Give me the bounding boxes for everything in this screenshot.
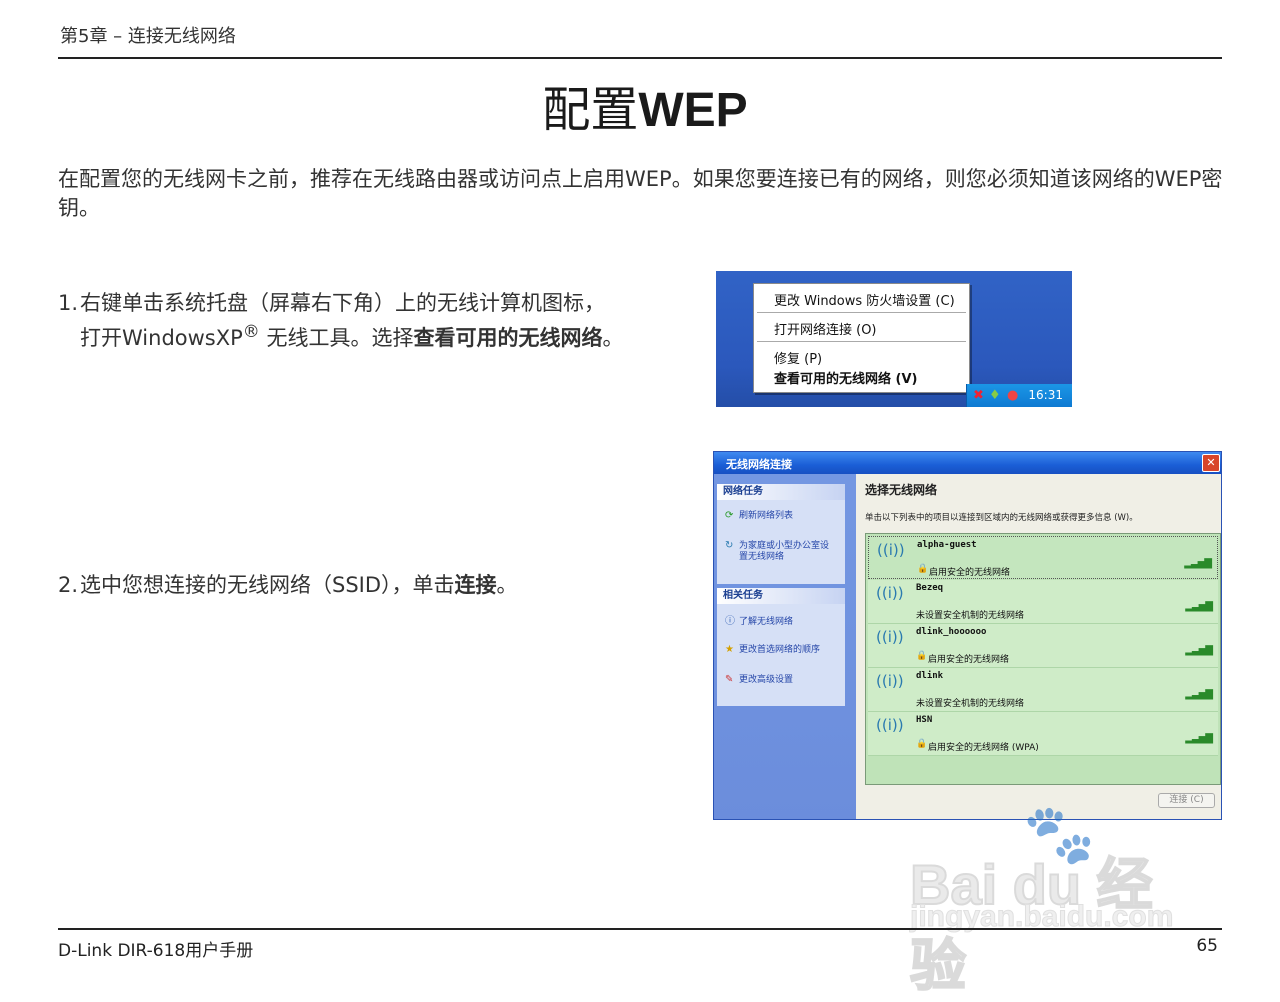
network-ssid: dlink_hoooooo bbox=[916, 627, 987, 637]
page-number: 65 bbox=[1196, 936, 1218, 956]
system-tray: ✖ ♦ ● 16:31 bbox=[966, 384, 1072, 407]
star-icon: ★ bbox=[725, 644, 734, 655]
step-2: 2.选中您想连接的无线网络（SSID），单击连接。 bbox=[58, 571, 678, 600]
menu-item-repair[interactable]: 修复 (P) bbox=[774, 348, 822, 367]
intro-paragraph: 在配置您的无线网卡之前，推荐在无线路由器或访问点上启用WEP。如果您要连接已有的… bbox=[58, 167, 1223, 220]
task-setup-network-line2[interactable]: 置无线网络 bbox=[739, 549, 784, 562]
panel-header: 网络任务 bbox=[717, 484, 845, 500]
network-item[interactable]: ((i)) Bezeq 未设置安全机制的无线网络 ▂▃▅▇ bbox=[868, 580, 1218, 624]
network-ssid: Bezeq bbox=[916, 583, 944, 593]
network-item[interactable]: ((i)) dlink_hoooooo 🔒 启用安全的无线网络 ▂▃▅▇ bbox=[868, 624, 1218, 668]
menu-item-view-networks[interactable]: 查看可用的无线网络 (V) bbox=[774, 368, 917, 387]
network-item[interactable]: ((i)) alpha-guest 🔒 启用安全的无线网络 ▂▃▅▇ bbox=[868, 536, 1218, 579]
network-status: 未设置安全机制的无线网络 bbox=[916, 699, 1025, 709]
settings-icon: ✎ bbox=[725, 674, 734, 685]
context-menu: 更改 Windows 防火墙设置 (C) 打开网络连接 (O) 修复 (P) 查… bbox=[753, 283, 970, 393]
network-item[interactable]: ((i)) HSN 🔒 启用安全的无线网络 (WPA) ▂▃▅▇ bbox=[868, 712, 1218, 756]
baidu-watermark: 🐾 Bai du 经验 jingyan.baidu.com bbox=[905, 800, 1205, 998]
network-status: 启用安全的无线网络 (WPA) bbox=[928, 743, 1039, 753]
task-sidebar: 网络任务 ⟳ 刷新网络列表 ↻ 为家庭或小型办公室设 置无线网络 相关任务 ⓘ 了解无… bbox=[714, 474, 856, 819]
footer-manual-title: D-Link DIR-618用户手册 bbox=[58, 941, 254, 961]
pane-description: 单击以下列表中的项目以连接到区域内的无线网络或获得更多信息 (W)。 bbox=[865, 513, 1138, 523]
info-icon: ⓘ bbox=[725, 616, 735, 627]
network-ssid: alpha-guest bbox=[917, 540, 977, 550]
close-icon[interactable]: ✕ bbox=[1202, 454, 1220, 472]
window-title: 无线网络连接 bbox=[726, 458, 792, 471]
task-learn-wireless[interactable]: ⓘ 了解无线网络 bbox=[725, 612, 793, 627]
network-item[interactable]: ((i)) dlink 未设置安全机制的无线网络 ▂▃▅▇ bbox=[868, 668, 1218, 712]
antenna-icon: ((i)) bbox=[876, 584, 904, 602]
network-status: 启用安全的无线网络 bbox=[929, 568, 1011, 578]
tray-clock: 16:31 bbox=[1028, 388, 1063, 402]
signal-icon: ▂▃▅▇ bbox=[1185, 601, 1213, 612]
lock-icon: 🔒 bbox=[916, 739, 928, 749]
task-advanced-settings[interactable]: ✎ 更改高级设置 bbox=[725, 672, 793, 685]
page-title: 配置WEP bbox=[542, 82, 748, 138]
wireless-window-screenshot: 无线网络连接 ✕ 网络任务 ⟳ 刷新网络列表 ↻ 为家庭或小型办公室设 置无线网络 … bbox=[713, 451, 1222, 820]
network-list: ((i)) alpha-guest 🔒 启用安全的无线网络 ▂▃▅▇ ((i))… bbox=[865, 533, 1221, 785]
step-1: 1.右键单击系统托盘（屏幕右下角）上的无线计算机图标， 打开WindowsXP®… bbox=[58, 291, 624, 350]
setup-icon: ↻ bbox=[725, 540, 734, 551]
antenna-icon: ((i)) bbox=[876, 716, 904, 734]
step-number: 1. bbox=[58, 291, 79, 315]
chapter-header: 第5章 – 连接无线网络 bbox=[60, 26, 236, 47]
header-divider bbox=[58, 57, 1222, 59]
lock-icon: 🔒 bbox=[916, 651, 928, 661]
pane-heading: 选择无线网络 bbox=[865, 483, 938, 497]
step-number: 2. bbox=[58, 573, 79, 597]
menu-item-network-connections[interactable]: 打开网络连接 (O) bbox=[774, 319, 877, 338]
signal-icon: ▂▃▅▇ bbox=[1185, 689, 1213, 700]
signal-icon: ▂▃▅▇ bbox=[1185, 733, 1213, 744]
lock-icon: 🔒 bbox=[917, 564, 929, 574]
signal-icon: ▂▃▅▇ bbox=[1185, 645, 1213, 656]
network-tasks-panel: 网络任务 ⟳ 刷新网络列表 ↻ 为家庭或小型办公室设 置无线网络 bbox=[717, 484, 845, 584]
menu-item-firewall[interactable]: 更改 Windows 防火墙设置 (C) bbox=[774, 290, 955, 309]
antenna-icon: ((i)) bbox=[876, 628, 904, 646]
network-ssid: HSN bbox=[916, 715, 933, 725]
network-pane: 选择无线网络 单击以下列表中的项目以连接到区域内的无线网络或获得更多信息 (W)… bbox=[856, 474, 1221, 819]
wireless-tray-icon[interactable]: ✖ bbox=[973, 388, 984, 403]
network-status: 启用安全的无线网络 bbox=[928, 655, 1010, 665]
menu-separator bbox=[757, 312, 966, 313]
refresh-icon: ⟳ bbox=[725, 510, 734, 521]
antenna-icon: ((i)) bbox=[876, 672, 904, 690]
footer-divider bbox=[58, 928, 1222, 930]
security-tray-icon[interactable]: ● bbox=[1007, 388, 1018, 403]
task-change-order[interactable]: ★ 更改首选网络的顺序 bbox=[725, 642, 820, 655]
task-refresh-list[interactable]: ⟳ 刷新网络列表 bbox=[725, 508, 793, 521]
signal-icon: ▂▃▅▇ bbox=[1184, 558, 1212, 569]
network-status: 未设置安全机制的无线网络 bbox=[916, 611, 1025, 621]
related-tasks-panel: 相关任务 ⓘ 了解无线网络 ★ 更改首选网络的顺序 ✎ 更改高级设置 bbox=[717, 588, 845, 706]
network-ssid: dlink bbox=[916, 671, 944, 681]
window-titlebar: 无线网络连接 ✕ bbox=[714, 452, 1221, 474]
menu-separator bbox=[757, 341, 966, 342]
network-tray-icon[interactable]: ♦ bbox=[989, 388, 1001, 403]
context-menu-screenshot: 更改 Windows 防火墙设置 (C) 打开网络连接 (O) 修复 (P) 查… bbox=[716, 271, 1072, 407]
panel-header: 相关任务 bbox=[717, 588, 845, 604]
antenna-icon: ((i)) bbox=[877, 541, 905, 559]
